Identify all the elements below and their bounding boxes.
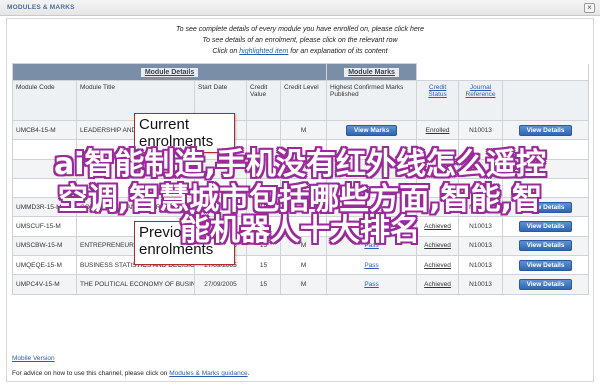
- cell-credit-level: M: [279, 274, 328, 295]
- cell-credit-status[interactable]: Achieved: [416, 255, 460, 276]
- col-module-code: Module Code: [12, 80, 77, 121]
- col-credit-level: Credit Level: [279, 80, 328, 121]
- cell-action: View Details: [502, 119, 590, 141]
- view-details-button[interactable]: View Details: [518, 279, 573, 291]
- cell-marks: Pass: [326, 274, 418, 295]
- group-module-marks-label[interactable]: Module Marks: [344, 67, 399, 77]
- instruction-line-3: Click on highlighted item for an explana…: [0, 48, 600, 55]
- cell-module-code: UMPC4V-15-M: [12, 274, 77, 295]
- group-module-marks: Module Marks: [326, 63, 418, 81]
- cell-module-title: THE POLITICAL ECONOMY OF BUSINESS: [76, 274, 195, 295]
- mobile-version-link[interactable]: Mobile Version: [12, 355, 55, 362]
- instruction-prefix: Click on: [212, 48, 238, 55]
- cell-credit-level: M: [279, 255, 328, 276]
- highlighted-item-link[interactable]: highlighted item: [239, 48, 288, 55]
- header-gap: [416, 63, 590, 81]
- cell-module-code: UMQEQE-15-M: [12, 255, 77, 276]
- marks-value[interactable]: Pass: [364, 281, 378, 288]
- close-icon[interactable]: ×: [584, 3, 595, 13]
- cell-credit-value: 15: [246, 255, 281, 276]
- table-row[interactable]: UMQEQE-15-M BUSINESS STATISTICS AND DECIS…: [12, 255, 590, 276]
- cell-journal-reference: N10013: [458, 119, 504, 141]
- overlay-text-line-3: 能机器人十大排名: [180, 213, 420, 248]
- col-credit-value: Credit Value: [246, 80, 281, 121]
- view-marks-button[interactable]: View Marks: [345, 124, 398, 136]
- table-row[interactable]: UMPC4V-15-M THE POLITICAL ECONOMY OF BUSI…: [12, 274, 590, 295]
- marks-value[interactable]: Pass: [364, 262, 378, 269]
- cell-credit-level: M: [279, 119, 328, 141]
- col-marks-published: Highest Confirmed Marks Published: [326, 80, 418, 121]
- view-details-button[interactable]: View Details: [518, 124, 573, 136]
- instruction-line-2: To see details of an enrolment, please c…: [202, 37, 398, 44]
- guidance-link[interactable]: Modules & Marks guidance: [169, 370, 247, 377]
- footer-note-suffix: .: [247, 370, 250, 377]
- instruction-line-1: To see complete details of every module …: [176, 26, 424, 33]
- overlay-text-line-2: 空调,智慧城市包括哪些方面,智能,智: [57, 182, 543, 217]
- cell-journal-reference: N10013: [458, 274, 504, 295]
- footer-note: For advice on how to use this channel, p…: [12, 370, 249, 377]
- col-credit-status[interactable]: Credit Status: [416, 80, 460, 121]
- col-action: [502, 80, 590, 121]
- cell-action: View Details: [502, 255, 590, 276]
- cell-credit-value: 15: [246, 274, 281, 295]
- cell-marks: View Marks: [326, 119, 418, 141]
- overlay-text-line-1: ai智能制造,手机没有红外线怎么遥控: [54, 147, 546, 182]
- cell-module-code: UMCB4-15-M: [12, 119, 77, 141]
- window-title: MODULES & MARKS: [7, 4, 75, 11]
- cell-credit-status[interactable]: Enrolled: [416, 119, 460, 141]
- group-module-details: Module Details: [11, 63, 328, 81]
- footer-note-prefix: For advice on how to use this channel, p…: [12, 370, 168, 377]
- instruction-suffix: for an explanation of its content: [290, 48, 388, 55]
- table-row[interactable]: UMCB4-15-M LEADERSHIP AND M View Marks Enrol…: [12, 119, 590, 141]
- window-titlebar: MODULES & MARKS ×: [0, 0, 600, 16]
- cell-start-date: 27/09/2005: [194, 274, 247, 295]
- view-details-button[interactable]: View Details: [518, 259, 573, 271]
- cell-action: View Details: [502, 274, 590, 295]
- cell-credit-status[interactable]: Achieved: [416, 274, 460, 295]
- cell-journal-reference: N10013: [458, 255, 504, 276]
- group-module-details-label[interactable]: Module Details: [140, 67, 199, 77]
- cell-credit-value: [246, 119, 281, 141]
- cell-marks: Pass: [326, 255, 418, 276]
- col-journal-reference[interactable]: Journal Reference: [458, 80, 504, 121]
